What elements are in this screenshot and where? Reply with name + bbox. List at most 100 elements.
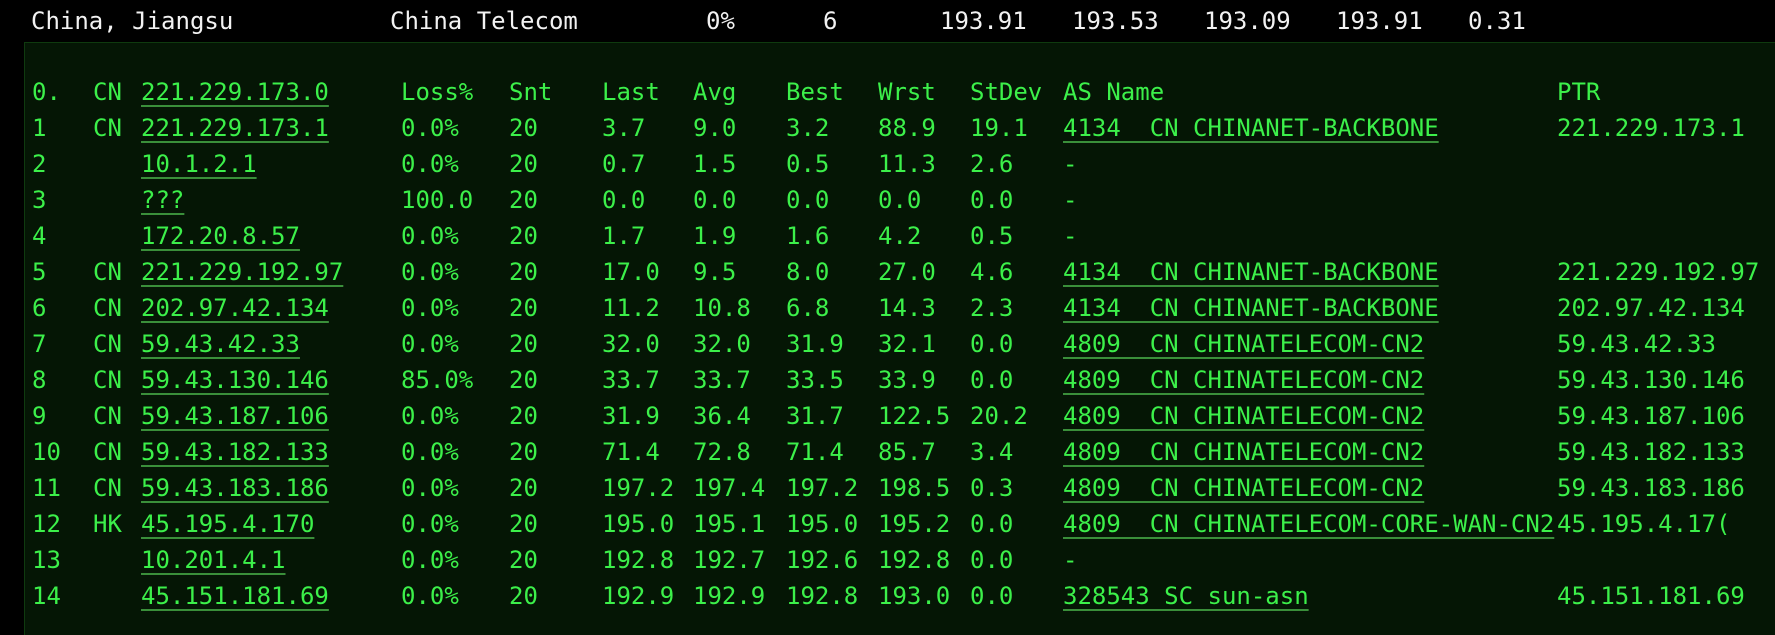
host-link[interactable]: 45.151.181.69	[141, 578, 329, 614]
host-link[interactable]: 221.229.173.1	[141, 110, 329, 146]
as-name-link[interactable]: 4134 CN CHINANET-BACKBONE	[1063, 254, 1439, 290]
traceroute-panel: 0. CN 221.229.173.0 Loss% Snt Last Avg B…	[24, 42, 1775, 635]
last-value: 11.2	[602, 294, 660, 322]
summary-bar: China, Jiangsu China Telecom 0% 6 193.91…	[0, 0, 1775, 42]
last-value: 3.7	[602, 114, 646, 142]
country-code: HK	[93, 510, 122, 538]
stdev-value: 0.0	[970, 546, 1014, 574]
host-link[interactable]: 202.97.42.134	[141, 290, 329, 326]
worst-value: 14.3	[878, 294, 936, 322]
host-link[interactable]: 59.43.187.106	[141, 398, 329, 434]
sent-value: 20	[509, 582, 538, 610]
loss-value: 0.0%	[401, 330, 459, 358]
ptr-value: 59.43.183.186	[1557, 474, 1745, 502]
as-name-link: -	[1063, 150, 1078, 178]
table-header-row: 0. CN 221.229.173.0 Loss% Snt Last Avg B…	[25, 74, 1775, 110]
last-value: 17.0	[602, 258, 660, 286]
best-value: 33.5	[786, 366, 844, 394]
hop-number: 7	[32, 330, 47, 358]
header-country: CN	[93, 78, 122, 106]
as-name-link[interactable]: 4809 CN CHINATELECOM-CN2	[1063, 326, 1424, 362]
best-value: 8.0	[786, 258, 830, 286]
table-row: 4 172.20.8.57 0.0% 20 1.7 1.9 1.6 4.2 0.5 -	[25, 218, 1775, 254]
ptr-value: 45.151.181.69	[1557, 582, 1745, 610]
as-name-link: -	[1063, 186, 1078, 214]
host-link[interactable]: 10.1.2.1	[141, 146, 257, 182]
header-ptr: PTR	[1557, 78, 1601, 106]
hop-number: 8	[32, 366, 47, 394]
sent-value: 20	[509, 114, 538, 142]
host-link[interactable]: 221.229.192.97	[141, 254, 343, 290]
table-row: 14 45.151.181.69 0.0% 20 192.9 192.9 192.8 193.…	[25, 578, 1775, 614]
avg-value: 9.5	[693, 258, 737, 286]
stdev-value: 0.3	[970, 474, 1014, 502]
avg-value: 192.7	[693, 546, 766, 574]
avg-value: 197.4	[693, 474, 766, 502]
best-value: 1.6	[786, 222, 830, 250]
summary-value-5: 0.31	[1468, 7, 1526, 35]
as-name-link[interactable]: 4809 CN CHINATELECOM-CN2	[1063, 398, 1424, 434]
loss-value: 85.0%	[401, 366, 474, 394]
host-link[interactable]: 59.43.42.33	[141, 326, 300, 362]
hop-number: 14	[32, 582, 61, 610]
sent-value: 20	[509, 402, 538, 430]
ptr-value: 59.43.187.106	[1557, 402, 1745, 430]
table-row: 6 CN 202.97.42.134 0.0% 20 11.2 10.8 6.8 14.3 2.3…	[25, 290, 1775, 326]
header-as-name: AS Name	[1063, 78, 1165, 106]
loss-value: 0.0%	[401, 402, 459, 430]
hop-number: 9	[32, 402, 47, 430]
host-link[interactable]: 45.195.4.170	[141, 506, 314, 542]
worst-value: 198.5	[878, 474, 951, 502]
ptr-value: 221.229.173.1	[1557, 114, 1745, 142]
country-code: CN	[93, 474, 122, 502]
worst-value: 27.0	[878, 258, 936, 286]
as-name-link[interactable]: 4809 CN CHINATELECOM-CORE-WAN-CN2	[1063, 506, 1554, 542]
host-link[interactable]: 172.20.8.57	[141, 218, 300, 254]
best-value: 197.2	[786, 474, 859, 502]
header-loss: Loss%	[401, 78, 474, 106]
header-last: Last	[602, 78, 660, 106]
loss-value: 0.0%	[401, 294, 459, 322]
sent-value: 20	[509, 222, 538, 250]
loss-value: 0.0%	[401, 222, 459, 250]
worst-value: 195.2	[878, 510, 951, 538]
avg-value: 32.0	[693, 330, 751, 358]
sent-value: 20	[509, 510, 538, 538]
as-name-link[interactable]: 4809 CN CHINATELECOM-CN2	[1063, 470, 1424, 506]
host-link[interactable]: ???	[141, 182, 184, 218]
host-link[interactable]: 10.201.4.1	[141, 542, 286, 578]
as-name-link[interactable]: 4134 CN CHINANET-BACKBONE	[1063, 290, 1439, 326]
summary-value-1: 193.91	[940, 7, 1027, 35]
stdev-value: 0.5	[970, 222, 1014, 250]
last-value: 33.7	[602, 366, 660, 394]
header-avg: Avg	[693, 78, 737, 106]
header-snt: Snt	[509, 78, 553, 106]
as-name-link[interactable]: 328543 SC sun-asn	[1063, 578, 1309, 614]
loss-value: 100.0	[401, 186, 474, 214]
worst-value: 33.9	[878, 366, 936, 394]
best-value: 6.8	[786, 294, 830, 322]
sent-value: 20	[509, 546, 538, 574]
header-host-link[interactable]: 221.229.173.0	[141, 74, 329, 110]
worst-value: 192.8	[878, 546, 951, 574]
ptr-value: 59.43.42.33	[1557, 330, 1716, 358]
best-value: 0.0	[786, 186, 830, 214]
loss-value: 0.0%	[401, 258, 459, 286]
as-name-link[interactable]: 4134 CN CHINANET-BACKBONE	[1063, 110, 1439, 146]
as-name-link: -	[1063, 222, 1078, 250]
summary-location: China, Jiangsu	[31, 7, 234, 35]
table-row: 7 CN 59.43.42.33 0.0% 20 32.0 32.0 31.9 32.1 0.0 4…	[25, 326, 1775, 362]
header-best: Best	[786, 78, 844, 106]
ptr-value: 59.43.182.133	[1557, 438, 1745, 466]
loss-value: 0.0%	[401, 546, 459, 574]
host-link[interactable]: 59.43.183.186	[141, 470, 329, 506]
last-value: 1.7	[602, 222, 646, 250]
as-name-link[interactable]: 4809 CN CHINATELECOM-CN2	[1063, 362, 1424, 398]
sent-value: 20	[509, 150, 538, 178]
hop-number: 3	[32, 186, 47, 214]
host-link[interactable]: 59.43.130.146	[141, 362, 329, 398]
as-name-link[interactable]: 4809 CN CHINATELECOM-CN2	[1063, 434, 1424, 470]
sent-value: 20	[509, 186, 538, 214]
as-name-link: -	[1063, 546, 1078, 574]
host-link[interactable]: 59.43.182.133	[141, 434, 329, 470]
